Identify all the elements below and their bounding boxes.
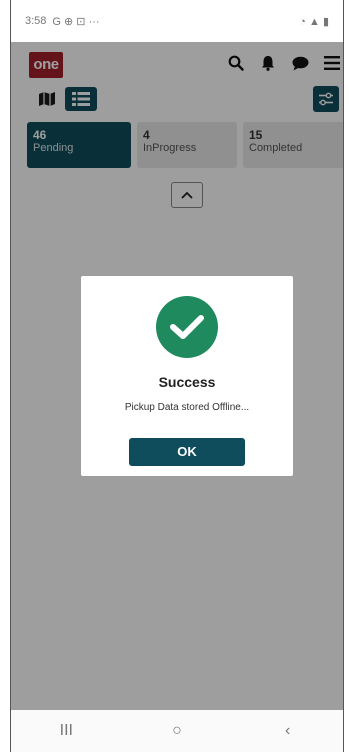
ok-button[interactable]: OK <box>129 438 245 466</box>
recent-apps-button[interactable]: III <box>36 722 96 740</box>
check-icon <box>156 296 218 358</box>
status-system-icons: ◔ ▲ ▮ <box>299 15 329 28</box>
dialog-message: Pickup Data stored Offline... <box>124 402 250 413</box>
status-bar: 3:58 G ⊕ ⊡ ··· ◔ ▲ ▮ <box>11 0 343 42</box>
status-notification-icons: G ⊕ ⊡ ··· <box>52 15 100 28</box>
home-button[interactable]: ○ <box>147 722 207 740</box>
android-nav-bar: III ○ ‹ <box>11 710 343 752</box>
back-button[interactable]: ‹ <box>258 722 318 740</box>
success-dialog: Success Pickup Data stored Offline... OK <box>81 276 293 476</box>
phone-screen: 3:58 G ⊕ ⊡ ··· ◔ ▲ ▮ one 46 Pending 4 In… <box>10 0 344 752</box>
dialog-title: Success <box>158 374 216 390</box>
status-time: 3:58 <box>25 15 47 27</box>
